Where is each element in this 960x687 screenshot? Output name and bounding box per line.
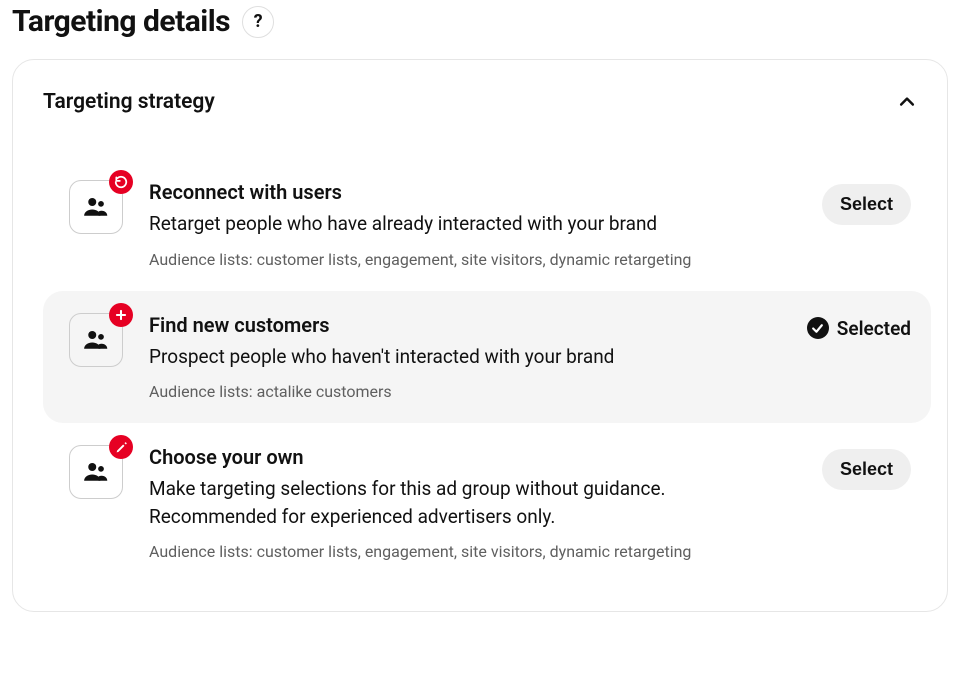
- help-icon[interactable]: ?: [242, 6, 274, 38]
- checkmark-icon: [807, 317, 829, 339]
- chevron-up-icon[interactable]: [893, 88, 921, 116]
- option-meta: Audience lists: customer lists, engageme…: [149, 542, 796, 561]
- option-action: Select: [822, 180, 911, 225]
- selected-label-text: Selected: [837, 317, 911, 340]
- option-icon-find-new: [69, 313, 123, 367]
- option-body: Reconnect with users Retarget people who…: [149, 180, 796, 269]
- option-title: Reconnect with users: [149, 180, 796, 204]
- plus-icon: [109, 303, 133, 327]
- selected-indicator: Selected: [807, 317, 911, 340]
- targeting-strategy-card: Targeting strategy Reconnect with users …: [12, 59, 948, 612]
- page-title-row: Targeting details ?: [12, 4, 948, 39]
- option-choose-own[interactable]: Choose your own Make targeting selection…: [43, 423, 931, 583]
- pencil-icon: [109, 435, 133, 459]
- option-reconnect[interactable]: Reconnect with users Retarget people who…: [43, 158, 931, 291]
- select-button[interactable]: Select: [822, 184, 911, 225]
- option-meta: Audience lists: customer lists, engageme…: [149, 250, 796, 269]
- option-desc: Make targeting selections for this ad gr…: [149, 475, 796, 530]
- refresh-icon: [109, 170, 133, 194]
- option-desc: Retarget people who have already interac…: [149, 210, 796, 238]
- option-title: Find new customers: [149, 313, 781, 337]
- option-title: Choose your own: [149, 445, 796, 469]
- option-find-new[interactable]: Find new customers Prospect people who h…: [43, 291, 931, 424]
- option-icon-choose-own: [69, 445, 123, 499]
- option-action: Selected: [807, 313, 911, 340]
- option-desc: Prospect people who haven't interacted w…: [149, 343, 781, 371]
- option-body: Choose your own Make targeting selection…: [149, 445, 796, 561]
- option-icon-reconnect: [69, 180, 123, 234]
- page-title: Targeting details: [12, 4, 230, 39]
- option-action: Select: [822, 445, 911, 490]
- select-button[interactable]: Select: [822, 449, 911, 490]
- section-header[interactable]: Targeting strategy: [43, 88, 931, 116]
- option-body: Find new customers Prospect people who h…: [149, 313, 781, 402]
- option-meta: Audience lists: actalike customers: [149, 382, 781, 401]
- section-title: Targeting strategy: [43, 90, 215, 114]
